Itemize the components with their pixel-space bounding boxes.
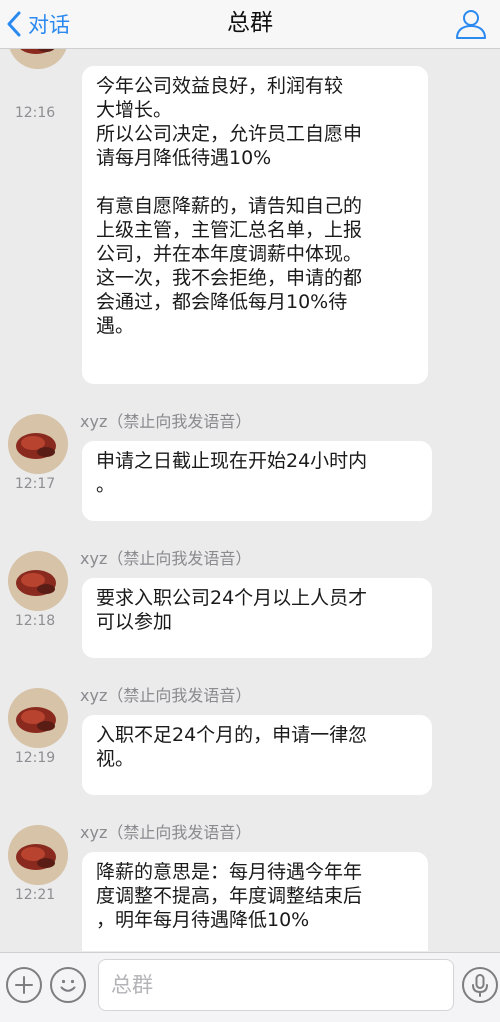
message: xyz（禁止向我发语音） 12:19 入职不足24个月的，申请一律忽 视。 [0,678,500,798]
message: xyz（禁止向我发语音） 12:18 要求入职公司24个月以上人员才 可以参加 [0,541,500,661]
message: xyz（禁止向我发语音） 12:17 申请之日截止现在开始24小时内 。 [0,404,500,524]
message-bubble[interactable]: 要求入职公司24个月以上人员才 可以参加 [82,578,432,658]
emoji-button[interactable] [50,967,86,1003]
sender-name: xyz（禁止向我发语音） [80,823,252,842]
message-bubble[interactable]: 降薪的意思是：每月待遇今年年 度调整不提高，年度调整结束后 ，明年每月待遇降低1… [82,852,428,951]
message-time: 12:16 [14,105,56,121]
person-icon [456,10,486,39]
nav-bar: 对话 总群 [0,0,500,49]
voice-button[interactable] [462,967,498,1003]
sender-name: xyz（禁止向我发语音） [80,412,252,431]
message: 12:16 今年公司效益良好，利润有较 大增长。 所以公司决定，允许员工自愿申 … [0,49,500,389]
message-bubble[interactable]: 申请之日截止现在开始24小时内 。 [82,441,432,521]
avatar[interactable] [8,414,68,474]
avatar[interactable] [8,551,68,611]
message-time: 12:19 [14,750,56,766]
message-time: 12:17 [14,476,56,492]
avatar[interactable] [8,49,68,69]
page-title: 总群 [227,10,273,36]
avatar[interactable] [8,688,68,748]
message-time: 12:21 [14,887,56,903]
avatar[interactable] [8,825,68,885]
sender-name: xyz（禁止向我发语音） [80,549,252,568]
microphone-icon [472,974,488,997]
chat-area[interactable]: 12:16 今年公司效益良好，利润有较 大增长。 所以公司决定，允许员工自愿申 … [0,49,500,951]
message-time: 12:18 [14,613,56,629]
plus-icon [15,976,33,994]
input-bar [0,952,500,1022]
message-input[interactable] [98,959,454,1011]
group-profile-button[interactable] [454,8,488,40]
back-button[interactable]: 对话 [6,8,70,40]
message-bubble[interactable]: 今年公司效益良好，利润有较 大增长。 所以公司决定，允许员工自愿申 请每月降低待… [82,66,428,384]
back-label: 对话 [28,13,70,37]
add-button[interactable] [6,967,42,1003]
emoji-icon [60,979,76,992]
sender-name: xyz（禁止向我发语音） [80,686,252,705]
chevron-left-icon [7,11,21,37]
message: xyz（禁止向我发语音） 12:21 降薪的意思是：每月待遇今年年 度调整不提高… [0,815,500,951]
message-bubble[interactable]: 入职不足24个月的，申请一律忽 视。 [82,715,432,795]
